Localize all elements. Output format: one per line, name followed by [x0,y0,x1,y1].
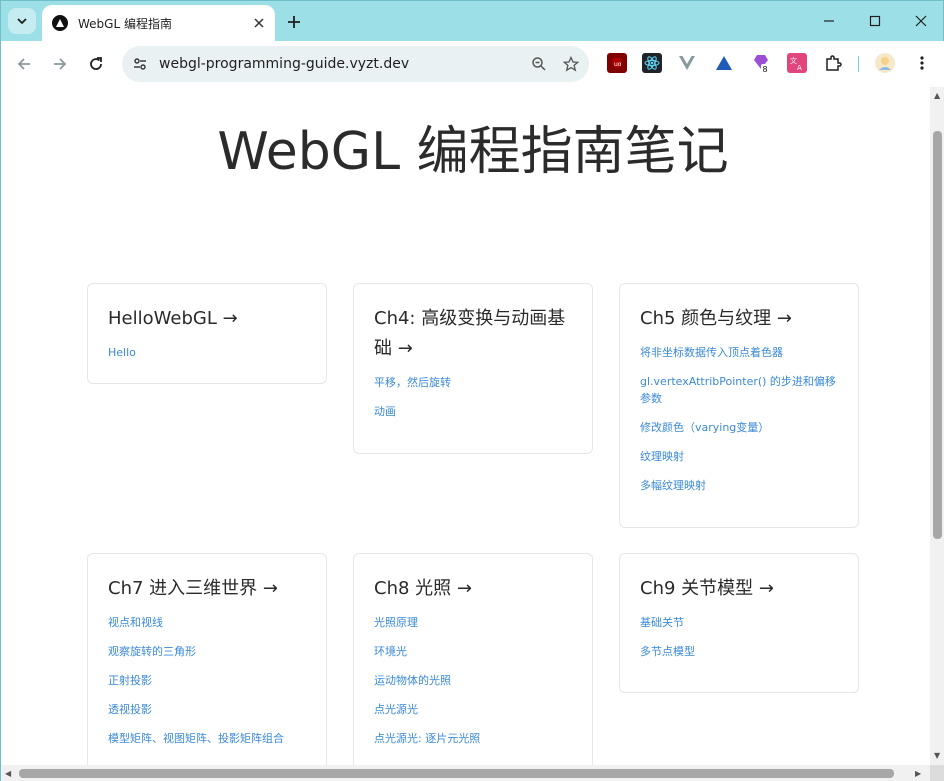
svg-text:A: A [797,64,802,71]
card-ch7: Ch7 进入三维世界 → 视点和视线 观察旋转的三角形 正射投影 透视投影 模型… [87,553,327,765]
card-link[interactable]: 点光源光: 逐片元光照 [374,730,572,747]
forward-button[interactable] [46,50,74,78]
star-icon [563,56,579,72]
tab-active[interactable]: WebGL 编程指南 [42,5,275,41]
site-info-button[interactable] [127,51,153,77]
maximize-icon [869,15,881,27]
card-link[interactable]: Hello [108,344,306,361]
scroll-down-icon[interactable]: ▼ [934,751,940,760]
svg-text:文: 文 [790,56,797,65]
chevron-down-icon [17,18,27,25]
tab-strip: WebGL 编程指南 [1,1,944,41]
plus-icon [288,16,300,28]
scroll-right-icon[interactable]: ▶ [915,769,921,778]
card-link[interactable]: 修改颜色（varying变量） [640,419,838,436]
toolbar: webgl-programming-guide.vyzt.dev uo 8 文A [1,41,944,87]
card-ch8: Ch8 光照 → 光照原理 环境光 运动物体的光照 点光源光 点光源光: 逐片元… [353,553,593,765]
avatar[interactable] [875,53,895,73]
card-hellowebgl: HelloWebGL → Hello [87,283,327,384]
card-link[interactable]: 视点和视线 [108,614,306,631]
close-icon [254,18,264,28]
card-link[interactable]: 纹理映射 [640,448,838,465]
url-text[interactable]: webgl-programming-guide.vyzt.dev [159,56,525,72]
reload-icon [90,57,102,70]
toolbar-separator [858,56,859,72]
back-button[interactable] [10,50,38,78]
ublock-icon[interactable]: uo [607,53,627,73]
card-link[interactable]: 将非坐标数据传入顶点着色器 [640,344,838,361]
card-link[interactable]: 正射投影 [108,672,306,689]
triangle-extension-icon[interactable] [714,53,734,73]
card-title-link[interactable]: Ch8 光照 → [374,574,572,604]
bookmark-button[interactable] [557,50,585,78]
card-title-link[interactable]: Ch4: 高级变换与动画基础 → [374,304,572,364]
search-tabs-button[interactable] [8,8,36,34]
forward-icon [54,58,67,70]
card-link[interactable]: gl.vertexAttribPointer() 的步进和偏移参数 [640,373,838,407]
card-ch9: Ch9 关节模型 → 基础关节 多节点模型 [619,553,859,693]
vertical-scroll-thumb[interactable] [933,131,942,539]
tab-title: WebGL 编程指南 [78,16,172,31]
card-link[interactable]: 平移，然后旋转 [374,374,572,391]
card-link[interactable]: 运动物体的光照 [374,672,572,689]
minimize-icon [824,20,834,22]
close-tab-button[interactable] [249,13,269,33]
vue-icon[interactable] [677,53,697,73]
maximize-button[interactable] [855,7,895,35]
react-icon[interactable] [642,53,662,73]
favicon-icon [52,15,68,31]
zoom-icon [532,57,546,71]
page-title: WebGL 编程指南笔记 [217,122,729,182]
card-link[interactable]: 环境光 [374,643,572,660]
card-link[interactable]: 基础关节 [640,614,838,631]
card-link[interactable]: 光照原理 [374,614,572,631]
new-tab-button[interactable] [282,10,306,34]
scroll-up-icon[interactable]: ▲ [934,91,940,100]
address-bar[interactable]: webgl-programming-guide.vyzt.dev [122,46,589,82]
browser-window: WebGL 编程指南 webgl-programming-guide.vyzt.… [0,0,944,781]
menu-icon [920,56,924,70]
site-info-icon [134,58,146,70]
vertical-scrollbar[interactable]: ▲ ▼ [930,87,944,765]
close-window-button[interactable] [901,7,941,35]
puzzle-icon[interactable] [823,53,843,73]
card-link[interactable]: 模型矩阵、视图矩阵、投影矩阵组合 [108,730,306,747]
scroll-left-icon[interactable]: ◀ [5,769,11,778]
card-title-link[interactable]: Ch5 颜色与纹理 → [640,304,838,334]
card-link[interactable]: 动画 [374,403,572,420]
minimize-button[interactable] [809,7,849,35]
svg-text:uo: uo [614,61,622,68]
card-link[interactable]: 点光源光 [374,701,572,718]
card-link[interactable]: 多节点模型 [640,643,838,660]
scrollbar-corner [930,765,944,781]
card-title-link[interactable]: Ch9 关节模型 → [640,574,838,604]
gem-extension-icon[interactable]: 8 [751,53,771,73]
card-title-link[interactable]: Ch7 进入三维世界 → [108,574,306,604]
menu-button[interactable] [912,53,932,73]
card-link[interactable]: 透视投影 [108,701,306,718]
card-link[interactable]: 观察旋转的三角形 [108,643,306,660]
card-title-link[interactable]: HelloWebGL → [108,304,306,334]
card-link[interactable]: 多幅纹理映射 [640,477,838,494]
extension-badge: 8 [763,65,768,73]
horizontal-scrollbar[interactable]: ◀ ▶ [1,765,930,781]
page-viewport: WebGL 编程指南笔记 HelloWebGL → Hello Ch4: 高级变… [1,87,930,765]
translate-extension-icon[interactable]: 文A [787,53,807,73]
card-ch4: Ch4: 高级变换与动画基础 → 平移，然后旋转 动画 [353,283,593,454]
zoom-button[interactable] [525,50,553,78]
horizontal-scroll-thumb[interactable] [19,769,894,778]
card-ch5: Ch5 颜色与纹理 → 将非坐标数据传入顶点着色器 gl.vertexAttri… [619,283,859,528]
close-window-icon [915,15,927,27]
reload-button[interactable] [82,50,110,78]
back-icon [17,58,30,70]
